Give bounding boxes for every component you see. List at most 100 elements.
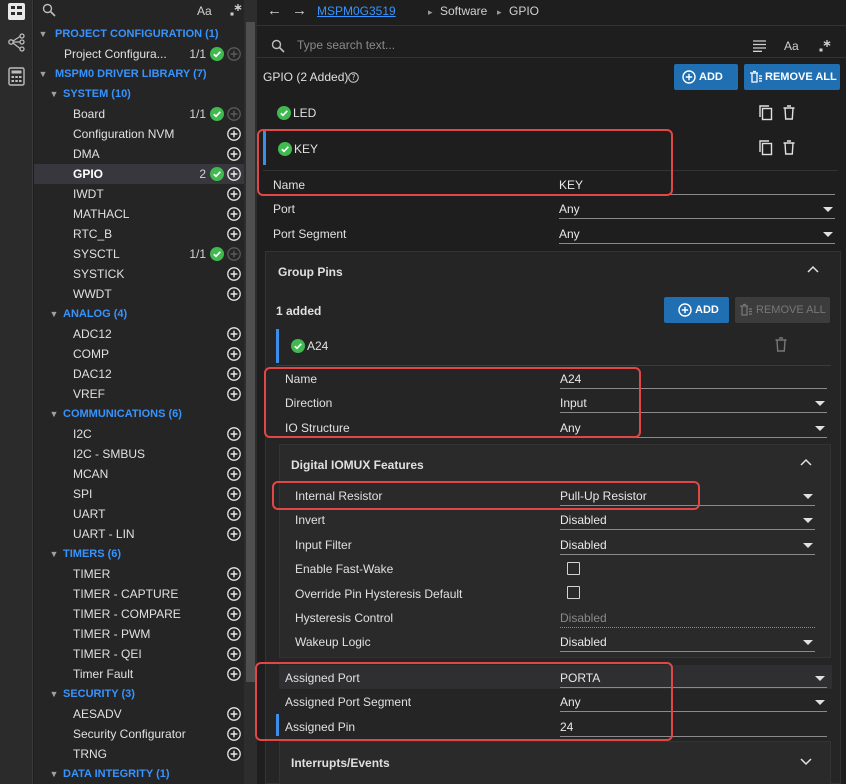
delete-icon[interactable] — [775, 337, 787, 352]
tree-category[interactable]: ▼ COMMUNICATIONS (6) — [34, 404, 244, 424]
breadcrumb-software[interactable]: Software — [440, 4, 487, 18]
invert-select[interactable]: Disabled — [560, 512, 815, 530]
tree-item[interactable]: TIMER - QEI — [34, 644, 244, 664]
add-icon[interactable] — [227, 267, 241, 281]
help-icon[interactable]: ? — [348, 72, 359, 83]
add-icon[interactable] — [227, 467, 241, 481]
add-icon[interactable] — [227, 587, 241, 601]
back-arrow-icon[interactable]: ← — [267, 2, 282, 19]
tree-item[interactable]: RTC_B — [34, 224, 244, 244]
instance-led[interactable]: LED — [293, 106, 316, 120]
tree-item[interactable]: TRNG — [34, 744, 244, 764]
add-icon[interactable] — [227, 47, 241, 61]
add-icon[interactable] — [227, 607, 241, 621]
add-pin-button[interactable]: ADD — [664, 297, 729, 323]
tree-item[interactable]: I2C — [34, 424, 244, 444]
tree-item[interactable]: MCAN — [34, 464, 244, 484]
regex-icon[interactable] — [818, 39, 832, 53]
add-icon[interactable] — [227, 167, 241, 181]
scrollbar-thumb[interactable] — [246, 22, 255, 682]
chevron-down-icon[interactable]: ▼ — [49, 544, 59, 564]
wakeup-logic-select[interactable]: Disabled — [560, 634, 815, 652]
delete-icon[interactable] — [783, 105, 795, 120]
tree-item[interactable]: Timer Fault — [34, 664, 244, 684]
tree-item[interactable]: MATHACL — [34, 204, 244, 224]
chevron-down-icon[interactable]: ▼ — [38, 24, 48, 44]
tree-category[interactable]: ▼ PROJECT CONFIGURATION (1) — [34, 24, 244, 44]
search-icon[interactable] — [42, 3, 56, 17]
tree-item[interactable]: DMA — [34, 144, 244, 164]
add-icon[interactable] — [227, 247, 241, 261]
add-icon[interactable] — [227, 487, 241, 501]
add-icon[interactable] — [227, 287, 241, 301]
tree-item[interactable]: TIMER - PWM — [34, 624, 244, 644]
tree-item[interactable]: GPIO 2 — [34, 164, 244, 184]
copy-icon[interactable] — [759, 140, 773, 156]
add-icon[interactable] — [227, 187, 241, 201]
tree-item[interactable]: SPI — [34, 484, 244, 504]
tree-item[interactable]: Security Configurator — [34, 724, 244, 744]
tree-item[interactable]: UART - LIN — [34, 524, 244, 544]
tree-category[interactable]: ▼ DATA INTEGRITY (1) — [34, 764, 244, 784]
add-icon[interactable] — [227, 527, 241, 541]
add-icon[interactable] — [227, 647, 241, 661]
chevron-up-icon[interactable] — [800, 458, 812, 466]
add-icon[interactable] — [227, 207, 241, 221]
tree-item[interactable]: COMP — [34, 344, 244, 364]
tree-item[interactable]: DAC12 — [34, 364, 244, 384]
tree-item[interactable]: TIMER - CAPTURE — [34, 584, 244, 604]
tree-item[interactable]: TIMER — [34, 564, 244, 584]
list-view-icon[interactable] — [753, 40, 766, 52]
chevron-down-icon[interactable]: ▼ — [49, 764, 59, 784]
chevron-down-icon[interactable]: ▼ — [49, 404, 59, 424]
tree-category[interactable]: ▼ MSPM0 DRIVER LIBRARY (7) — [34, 64, 244, 84]
add-icon[interactable] — [227, 567, 241, 581]
chevron-down-icon[interactable]: ▼ — [49, 304, 59, 324]
chevron-up-icon[interactable] — [807, 265, 819, 273]
match-case-toggle[interactable]: Aa — [197, 4, 212, 18]
tree-category[interactable]: ▼ TIMERS (6) — [34, 544, 244, 564]
add-button[interactable]: ADD — [674, 64, 738, 90]
tree-category[interactable]: ▼ SYSTEM (10) — [34, 84, 244, 104]
add-icon[interactable] — [227, 747, 241, 761]
copy-icon[interactable] — [759, 105, 773, 121]
add-icon[interactable] — [227, 227, 241, 241]
input-filter-select[interactable]: Disabled — [560, 537, 815, 555]
add-icon[interactable] — [227, 367, 241, 381]
search-input[interactable]: Type search text... — [297, 38, 395, 52]
fast-wake-checkbox[interactable] — [567, 562, 580, 575]
remove-all-button[interactable]: REMOVE ALL — [744, 64, 840, 90]
delete-icon[interactable] — [783, 140, 795, 155]
calculator-icon[interactable] — [7, 67, 26, 86]
add-icon[interactable] — [227, 707, 241, 721]
tree-item[interactable]: SYSCTL 1/1 — [34, 244, 244, 264]
port-select[interactable]: Any — [559, 201, 835, 219]
breadcrumb-device[interactable]: MSPM0G3519 — [317, 4, 396, 18]
tree-item[interactable]: ADC12 — [34, 324, 244, 344]
chevron-down-icon[interactable]: ▼ — [49, 84, 59, 104]
tree-item[interactable]: VREF — [34, 384, 244, 404]
tree-item[interactable]: IWDT — [34, 184, 244, 204]
tree-item[interactable]: Configuration NVM — [34, 124, 244, 144]
add-icon[interactable] — [227, 627, 241, 641]
add-icon[interactable] — [227, 107, 241, 121]
tree-category[interactable]: ▼ SECURITY (3) — [34, 684, 244, 704]
add-icon[interactable] — [227, 387, 241, 401]
chevron-down-icon[interactable] — [800, 758, 812, 766]
tree-item[interactable]: Board 1/1 — [34, 104, 244, 124]
tree-item[interactable]: SYSTICK — [34, 264, 244, 284]
tree-item[interactable]: Project Configura... 1/1 — [34, 44, 244, 64]
tree-item[interactable]: UART — [34, 504, 244, 524]
port-segment-select[interactable]: Any — [559, 226, 835, 244]
regex-icon[interactable] — [229, 3, 243, 17]
add-icon[interactable] — [227, 327, 241, 341]
interrupts-panel[interactable]: Interrupts/Events — [279, 741, 831, 784]
add-icon[interactable] — [227, 447, 241, 461]
add-icon[interactable] — [227, 147, 241, 161]
main-search-bar[interactable]: Type search text... Aa — [257, 34, 846, 58]
tree-item[interactable]: AESADV — [34, 704, 244, 724]
chevron-down-icon[interactable]: ▼ — [38, 64, 48, 84]
sidebar-search-bar[interactable]: Aa — [34, 0, 244, 22]
tree-category[interactable]: ▼ ANALOG (4) — [34, 304, 244, 324]
add-icon[interactable] — [227, 727, 241, 741]
